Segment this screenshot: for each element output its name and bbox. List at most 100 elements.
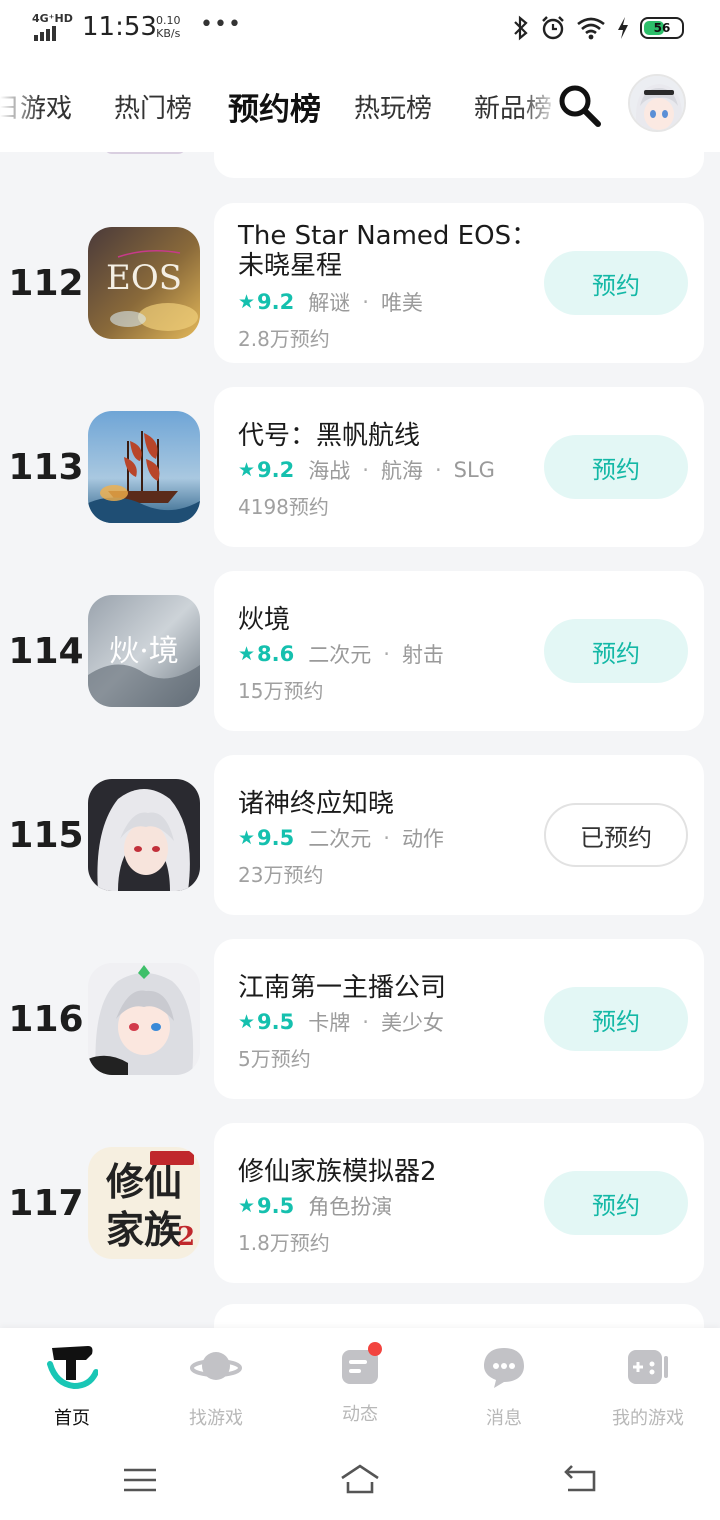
tabs-fade-right [520, 56, 560, 152]
rank-number: 113 [8, 447, 84, 488]
game-icon[interactable]: 炏·境 [88, 595, 200, 707]
rank-number: 115 [8, 815, 84, 856]
tag-separator: · [434, 458, 442, 482]
game-title[interactable]: 炏境 [238, 605, 538, 635]
game-title[interactable]: 代号：黑帆航线 [238, 421, 538, 451]
reserve-button[interactable]: 预约 [544, 435, 688, 499]
nav-home[interactable]: 首页 [0, 1342, 144, 1430]
nav-find-games[interactable]: 找游戏 [144, 1342, 288, 1430]
menu-icon[interactable] [118, 1460, 162, 1500]
game-meta: ★ 9.5 二次元 · 动作 [238, 823, 444, 853]
star-icon: ★ [238, 1011, 256, 1033]
user-avatar[interactable] [628, 74, 686, 132]
speed-unit: KB/s [156, 27, 181, 40]
game-score: 9.5 [257, 1010, 295, 1034]
game-card[interactable]: 修仙家族模拟器2 ★ 9.5 角色扮演 1.8万预约 预约 [214, 1123, 704, 1283]
game-card[interactable]: 江南第一主播公司 ★ 9.5 卡牌 · 美少女 5万预约 预约 [214, 939, 704, 1099]
game-tag: 二次元 [308, 827, 372, 851]
nav-my-games-label: 我的游戏 [612, 1408, 684, 1429]
ranking-list[interactable]: 112 EOS The Star Named EOS：未晓星程 ★ 9.2 解谜… [0, 152, 720, 1328]
list-item[interactable]: 114 炏·境 炏境 ★ 8.6 二次元 · 射击 15万预约 预约 [0, 571, 720, 731]
rank-number: 114 [8, 631, 84, 672]
reserve-button[interactable]: 预约 [544, 619, 688, 683]
reservation-count: 5万预约 [238, 1047, 311, 1071]
more-notifications-icon: ••• [200, 12, 242, 37]
game-card[interactable]: 炏境 ★ 8.6 二次元 · 射击 15万预约 预约 [214, 571, 704, 731]
nav-find-games-label: 找游戏 [189, 1408, 243, 1429]
game-card[interactable]: 代号：黑帆航线 ★ 9.2 海战 · 航海 · SLG 4198预约 预约 [214, 387, 704, 547]
reservation-count: 15万预约 [238, 679, 324, 703]
list-item[interactable]: 113 代号：黑帆航线 ★ 9.2 海战 · 航海 · SLG 4198预约 预… [0, 387, 720, 547]
game-score: 8.6 [257, 642, 295, 666]
battery-level: 56 [653, 21, 671, 35]
game-title[interactable]: 修仙家族模拟器2 [238, 1157, 538, 1187]
game-icon[interactable] [88, 963, 200, 1075]
game-icon[interactable] [88, 411, 200, 523]
game-icon[interactable] [88, 779, 200, 891]
network-type: 4G⁺HD [32, 12, 73, 25]
game-tag: 角色扮演 [308, 1195, 393, 1219]
nav-messages-label: 消息 [486, 1408, 522, 1429]
list-item[interactable]: 116 江南第一主播公司 ★ 9.5 卡牌 · 美少女 5万预约 预约 [0, 939, 720, 1099]
game-meta: ★ 8.6 二次元 · 射击 [238, 639, 444, 669]
game-tag: 解谜 [308, 291, 351, 315]
next-game-card[interactable] [214, 1304, 704, 1328]
game-card[interactable]: The Star Named EOS：未晓星程 ★ 9.2 解谜 · 唯美 2.… [214, 203, 704, 363]
nav-my-games[interactable]: 我的游戏 [576, 1342, 720, 1430]
game-tag: 航海 [380, 459, 423, 483]
tag-separator: · [362, 1010, 369, 1034]
game-title[interactable]: The Star Named EOS：未晓星程 [238, 221, 538, 281]
signal-icon: 4G⁺HD [32, 12, 73, 41]
icon-logo-text: EOS [106, 258, 182, 298]
reservation-count: 4198预约 [238, 495, 329, 519]
bluetooth-icon [514, 15, 528, 41]
tab-hot[interactable]: 热门榜 [114, 88, 192, 125]
game-title[interactable]: 江南第一主播公司 [238, 973, 538, 1003]
star-icon: ★ [238, 643, 256, 665]
tabs-fade-left [0, 56, 40, 152]
search-icon[interactable] [556, 82, 604, 130]
game-title[interactable]: 诸神终应知晓 [238, 789, 538, 819]
speed-value: 0.10 [156, 14, 181, 27]
previous-game-card[interactable] [214, 152, 704, 178]
notification-badge [368, 1342, 382, 1356]
alarm-icon [542, 16, 564, 40]
game-meta: ★ 9.2 解谜 · 唯美 [238, 287, 423, 317]
nav-messages[interactable]: 消息 [432, 1342, 576, 1430]
icon-logo-text: 炏·境 [109, 634, 179, 669]
game-tag: 美少女 [380, 1011, 444, 1035]
star-icon: ★ [238, 291, 256, 313]
tab-reservation[interactable]: 预约榜 [228, 84, 321, 129]
reserve-button[interactable]: 预约 [544, 987, 688, 1051]
reserve-button[interactable]: 预约 [544, 251, 688, 315]
list-item[interactable]: 117 修仙 家族 2 修仙家族模拟器2 ★ 9.5 角色扮演 1.8万预约 预… [0, 1123, 720, 1283]
star-icon: ★ [238, 459, 256, 481]
star-icon: ★ [238, 827, 256, 849]
icon-logo-text: 修仙 [106, 1159, 182, 1204]
nav-feed-label: 动态 [342, 1404, 378, 1425]
rank-number: 117 [8, 1183, 84, 1224]
game-meta: ★ 9.5 卡牌 · 美少女 [238, 1007, 444, 1037]
tab-trending[interactable]: 热玩榜 [354, 88, 432, 125]
star-icon: ★ [238, 1195, 256, 1217]
home-icon[interactable] [338, 1460, 382, 1500]
game-score: 9.5 [257, 1194, 295, 1218]
game-card[interactable]: 诸神终应知晓 ★ 9.5 二次元 · 动作 23万预约 已预约 [214, 755, 704, 915]
ranking-tabs: 日游戏 热门榜 预约榜 热玩榜 新品榜 [0, 56, 720, 152]
message-icon [484, 1348, 524, 1388]
list-item[interactable]: 115 诸神终应知晓 ★ 9.5 二次元 · 动作 23万预约 已预约 [0, 755, 720, 915]
game-icon[interactable]: EOS [88, 227, 200, 339]
game-score: 9.2 [257, 458, 295, 482]
gamepad-icon [628, 1350, 668, 1384]
rank-number: 112 [8, 263, 84, 304]
list-item[interactable]: 112 EOS The Star Named EOS：未晓星程 ★ 9.2 解谜… [0, 203, 720, 363]
game-icon[interactable]: 修仙 家族 2 [88, 1147, 200, 1259]
reserved-button[interactable]: 已预约 [544, 803, 688, 867]
system-navigation-bar [0, 1440, 720, 1520]
game-tag: 射击 [401, 643, 444, 667]
reserve-button[interactable]: 预约 [544, 1171, 688, 1235]
nav-feed[interactable]: 动态 [288, 1342, 432, 1426]
back-icon[interactable] [558, 1460, 602, 1500]
game-tag: 二次元 [308, 643, 372, 667]
bottom-navigation: 首页 找游戏 动态 消息 我的游戏 [0, 1328, 720, 1440]
